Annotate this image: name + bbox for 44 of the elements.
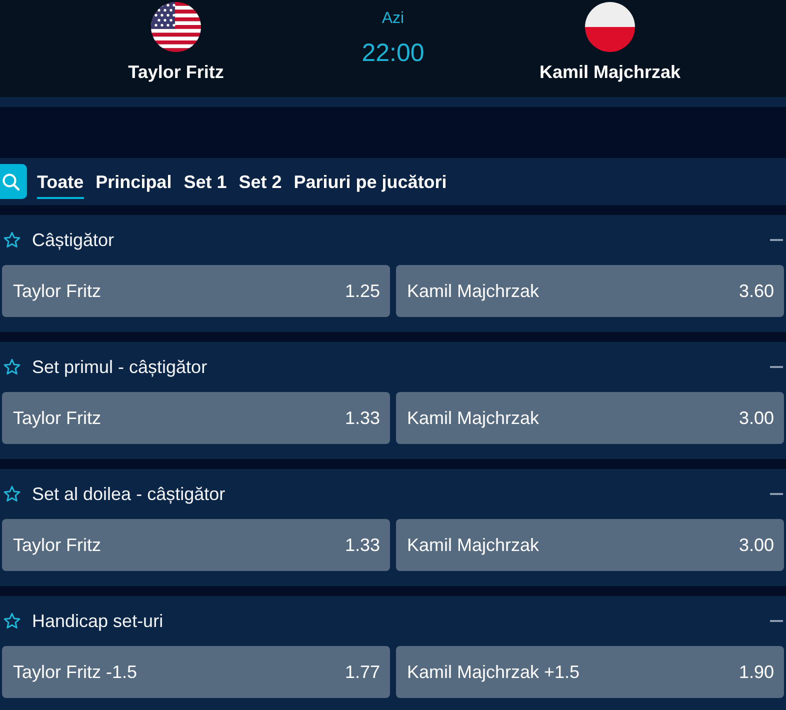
tab[interactable]: Set 2 [238, 166, 282, 199]
market-title: Câștigător [32, 229, 114, 251]
tab[interactable]: Toate [37, 166, 84, 199]
outcome-label: Kamil Majchrzak [407, 407, 540, 429]
outcome-label: Kamil Majchrzak [407, 280, 540, 302]
match-time: 22:00 [362, 38, 424, 68]
market-title: Handicap set-uri [32, 610, 164, 632]
odds-value: 1.90 [738, 661, 774, 683]
odds-button[interactable]: Kamil Majchrzak +1.5 1.90 [396, 646, 784, 698]
star-icon[interactable] [3, 485, 21, 503]
odds-button[interactable]: Taylor Fritz 1.33 [2, 519, 390, 571]
outcome-label: Taylor Fritz [13, 407, 102, 429]
odds-value: 3.60 [738, 280, 774, 302]
market-title: Set primul - câștigător [32, 356, 208, 378]
odds-value: 1.77 [344, 661, 380, 683]
star-icon[interactable] [3, 358, 21, 376]
star-icon[interactable] [3, 612, 21, 630]
player-name: Taylor Fritz [128, 62, 224, 82]
odds-button[interactable]: Kamil Majchrzak 3.00 [396, 392, 784, 444]
outcome-label: Taylor Fritz [13, 280, 102, 302]
odds-value: 1.25 [344, 280, 380, 302]
flag-icon [585, 2, 635, 52]
tab[interactable]: Pariuri pe jucători [294, 166, 447, 199]
odds-value: 1.33 [344, 407, 380, 429]
outcome-label: Taylor Fritz -1.5 [13, 661, 138, 683]
market-title: Set al doilea - câștigător [32, 483, 226, 505]
odds-value: 3.00 [738, 534, 774, 556]
odds-value: 1.33 [344, 534, 380, 556]
odds-button[interactable]: Taylor Fritz 1.33 [2, 392, 390, 444]
outcome-label: Taylor Fritz [13, 534, 102, 556]
tab[interactable]: Principal [96, 166, 172, 199]
player-name: Kamil Majchrzak [539, 62, 681, 82]
odds-button[interactable]: Taylor Fritz 1.25 [2, 265, 390, 317]
odds-value: 3.00 [738, 407, 774, 429]
odds-button[interactable]: Taylor Fritz -1.5 1.77 [2, 646, 390, 698]
tab[interactable]: Set 1 [184, 166, 227, 199]
match-day: Azi [382, 9, 404, 29]
star-icon[interactable] [3, 231, 21, 249]
odds-button[interactable]: Kamil Majchrzak 3.00 [396, 519, 784, 571]
outcome-label: Kamil Majchrzak [407, 534, 540, 556]
flag-icon [151, 2, 201, 52]
outcome-label: Kamil Majchrzak +1.5 [407, 661, 580, 683]
search-icon [2, 172, 20, 190]
odds-button[interactable]: Kamil Majchrzak 3.60 [396, 265, 784, 317]
